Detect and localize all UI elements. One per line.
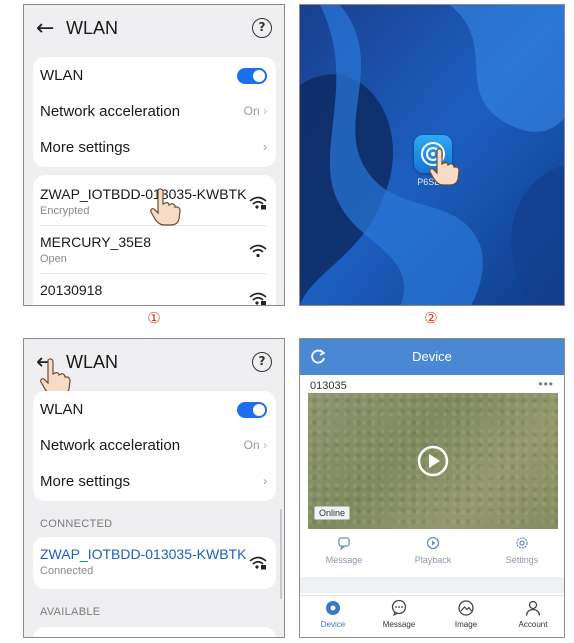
network-status: Open	[40, 253, 67, 265]
available-network-card	[33, 627, 276, 637]
network-item[interactable]: 20130918	[33, 277, 276, 305]
help-icon[interactable]: ?	[252, 352, 272, 372]
action-label: Playback	[414, 555, 452, 565]
bottom-tab-bar: Device Message Image Account	[300, 595, 564, 637]
network-acceleration-value: On	[243, 438, 260, 452]
tab-message[interactable]: Message	[366, 599, 432, 629]
message-icon	[391, 599, 407, 617]
more-settings-label: More settings	[40, 473, 131, 490]
device-name: 013035	[310, 380, 347, 392]
network-ssid: MERCURY_35E8	[40, 234, 152, 250]
wlan-toggle-row[interactable]: WLAN	[33, 391, 276, 427]
pointing-hand-icon	[150, 188, 181, 226]
wlan-label: WLAN	[40, 67, 84, 84]
tab-device[interactable]: Device	[300, 599, 366, 629]
more-settings-label: More settings	[40, 139, 131, 156]
status-badge: Online	[314, 506, 351, 520]
wlan-settings-screen: ← WLAN ? WLAN Network acceleration On › …	[23, 4, 285, 306]
page-title: WLAN	[66, 352, 119, 372]
gear-icon	[516, 537, 528, 549]
scrollbar[interactable]	[280, 509, 282, 599]
device-app-screen: Device 013035 ••• Online Message Playbac…	[299, 338, 565, 638]
network-acceleration-label: Network acceleration	[40, 437, 181, 454]
network-acceleration-row[interactable]: Network acceleration On ›	[33, 427, 276, 463]
step-number: ①	[147, 309, 161, 327]
network-acceleration-value: On	[243, 104, 260, 118]
wifi-lock-icon	[249, 556, 267, 570]
back-arrow-icon[interactable]: ←	[36, 16, 54, 41]
wlan-toggle[interactable]	[237, 68, 267, 84]
tab-label: Message	[382, 620, 416, 629]
message-action-button[interactable]: Message	[304, 533, 384, 565]
wlan-toggle[interactable]	[237, 402, 267, 418]
tab-label: Device	[320, 620, 346, 629]
chevron-right-icon: ›	[263, 140, 267, 154]
tab-image[interactable]: Image	[433, 599, 499, 629]
action-label: Settings	[505, 555, 539, 565]
help-icon[interactable]: ?	[252, 18, 272, 38]
play-icon[interactable]	[417, 445, 449, 477]
step-number: ②	[424, 309, 438, 327]
wlan-options-card: WLAN Network acceleration On › More sett…	[33, 391, 276, 501]
network-acceleration-row[interactable]: Network acceleration On ›	[33, 93, 276, 129]
network-item[interactable]: MERCURY_35E8 Open	[33, 229, 276, 273]
wifi-icon	[249, 244, 267, 258]
chevron-right-icon: ›	[263, 438, 267, 452]
wlan-label: WLAN	[40, 401, 84, 418]
connected-network-item[interactable]: ZWAP_IOTBDD-013035-KWBTK Connected	[33, 541, 276, 585]
settings-action-button[interactable]: Settings	[482, 533, 562, 565]
wlan-options-card: WLAN Network acceleration On › More sett…	[33, 57, 276, 167]
camera-preview[interactable]: Online	[308, 393, 558, 529]
connected-section-header: CONNECTED	[40, 518, 113, 530]
network-status: Connected	[40, 565, 94, 577]
pointing-hand-icon	[429, 148, 460, 186]
device-actions: Message Playback Settings	[300, 533, 564, 573]
message-icon	[338, 537, 350, 550]
more-settings-row[interactable]: More settings ›	[33, 463, 276, 499]
desktop-screen: P6SLite	[299, 4, 565, 306]
device-icon	[326, 601, 340, 615]
action-label: Message	[325, 555, 363, 565]
wlan-connected-screen: ← WLAN ? WLAN Network acceleration On › …	[23, 338, 285, 638]
more-settings-row[interactable]: More settings ›	[33, 129, 276, 165]
more-options-icon[interactable]: •••	[538, 377, 554, 391]
network-ssid: ZWAP_IOTBDD-013035-KWBTK	[40, 186, 247, 202]
divider	[40, 273, 267, 274]
network-status: Encrypted	[40, 205, 90, 217]
page-title: WLAN	[66, 18, 119, 38]
chevron-right-icon: ›	[263, 104, 267, 118]
tab-label: Account	[518, 620, 548, 629]
wifi-lock-icon	[249, 292, 267, 305]
spacer	[300, 577, 564, 593]
available-section-header: AVAILABLE	[40, 606, 101, 618]
chevron-right-icon: ›	[263, 474, 267, 488]
image-icon	[458, 600, 474, 616]
network-ssid: 20130918	[40, 282, 103, 298]
wlan-header: ← WLAN ?	[24, 5, 284, 51]
app-title: Device	[412, 349, 452, 364]
connected-network-card: ZWAP_IOTBDD-013035-KWBTK Connected	[33, 537, 276, 589]
wlan-toggle-row[interactable]: WLAN	[33, 57, 276, 93]
playback-icon	[426, 536, 440, 550]
tab-label: Image	[454, 620, 478, 629]
tab-account[interactable]: Account	[500, 599, 564, 629]
app-bar: Device	[300, 339, 564, 375]
network-acceleration-label: Network acceleration	[40, 103, 181, 120]
wifi-lock-icon	[249, 196, 267, 210]
network-ssid: ZWAP_IOTBDD-013035-KWBTK	[40, 546, 247, 562]
playback-action-button[interactable]: Playback	[393, 533, 473, 565]
account-icon	[525, 600, 541, 616]
